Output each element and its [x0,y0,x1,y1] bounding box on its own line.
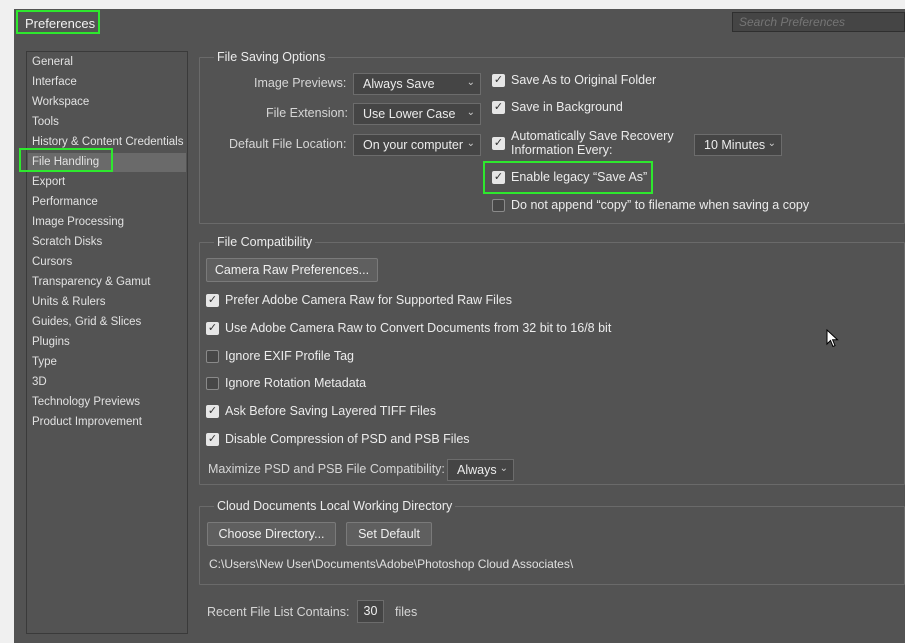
sidebar-item-tools[interactable]: Tools [28,113,186,132]
set-default-button[interactable]: Set Default [346,522,432,546]
cloud-docs-path: C:\Users\New User\Documents\Adobe\Photos… [209,557,574,571]
file-extension-select[interactable]: Use Lower Case ⌄ [353,103,481,125]
legacy-save-as-label: Enable legacy “Save As” [511,170,648,184]
mouse-cursor-icon [826,329,839,348]
default-location-select[interactable]: On your computer ⌄ [353,134,481,156]
cloud-docs-title: Cloud Documents Local Working Directory [214,499,456,513]
checkmark-icon: ✓ [492,74,505,87]
sidebar-item-transparency[interactable]: Transparency & Gamut [28,273,186,292]
prefer-acr-label: Prefer Adobe Camera Raw for Supported Ra… [225,293,512,307]
sidebar-item-cursors[interactable]: Cursors [28,253,186,272]
no-append-copy-label: Do not append “copy” to filename when sa… [511,198,810,212]
file-compat-title: File Compatibility [214,235,316,249]
image-previews-select[interactable]: Always Save ⌄ [353,73,481,95]
auto-save-label-line2: Information Every: [511,143,613,157]
camera-raw-preferences-button[interactable]: Camera Raw Preferences... [206,258,378,282]
auto-save-label-line1: Automatically Save Recovery [511,129,674,143]
ignore-rotation-label: Ignore Rotation Metadata [225,376,367,390]
choose-directory-button[interactable]: Choose Directory... [207,522,336,546]
auto-save-interval-value: 10 Minutes [704,138,766,152]
default-location-value: On your computer [363,138,464,152]
window-title: Preferences [16,10,100,34]
chevron-down-icon: ⌄ [466,77,475,88]
maximize-label: Maximize PSD and PSB File Compatibility: [208,462,445,476]
sidebar-item-workspace[interactable]: Workspace [28,93,186,112]
recent-files-input[interactable]: 30 [357,600,384,623]
chevron-down-icon: ⌄ [767,138,776,149]
file-saving-title: File Saving Options [214,50,329,64]
sidebar-item-product-improvement[interactable]: Product Improvement [28,413,186,432]
default-location-label: Default File Location: [229,137,347,151]
sidebar-item-technology-previews[interactable]: Technology Previews [28,393,186,412]
chevron-down-icon: ⌄ [466,138,475,149]
chevron-down-icon: ⌄ [466,107,475,118]
chevron-down-icon: ⌄ [499,463,508,474]
save-original-folder-label: Save As to Original Folder [511,73,657,87]
checkmark-icon: ✓ [492,171,505,184]
checkmark-icon: ✓ [206,433,219,446]
sidebar-item-general[interactable]: General [28,53,186,72]
sidebar-item-scratch-disks[interactable]: Scratch Disks [28,233,186,252]
checkmark-icon: ✓ [492,137,505,150]
sidebar-item-plugins[interactable]: Plugins [28,333,186,352]
file-extension-value: Use Lower Case [363,107,456,121]
checkmark-icon: ✓ [492,101,505,114]
sidebar-item-units-rulers[interactable]: Units & Rulers [28,293,186,312]
checkmark-icon: ✓ [206,294,219,307]
maximize-select[interactable]: Always ⌄ [447,459,514,481]
file-extension-label: File Extension: [266,106,348,120]
use-acr-convert-label: Use Adobe Camera Raw to Convert Document… [225,321,612,335]
unchecked-box-icon [206,377,219,390]
checkmark-icon: ✓ [206,405,219,418]
ask-tiff-label: Ask Before Saving Layered TIFF Files [225,404,436,418]
sidebar-item-guides[interactable]: Guides, Grid & Slices [28,313,186,332]
sidebar-item-export[interactable]: Export [28,173,186,192]
unchecked-box-icon [492,199,505,212]
recent-files-suffix: files [395,605,418,619]
save-background-label: Save in Background [511,100,623,114]
search-input[interactable] [732,12,905,32]
maximize-value: Always [457,463,497,477]
auto-save-interval-select[interactable]: 10 Minutes ⌄ [694,134,782,156]
sidebar-item-type[interactable]: Type [28,353,186,372]
disable-compression-label: Disable Compression of PSD and PSB Files [225,432,470,446]
ignore-exif-label: Ignore EXIF Profile Tag [225,349,355,363]
sidebar-item-interface[interactable]: Interface [28,73,186,92]
recent-files-label: Recent File List Contains: [207,605,350,619]
unchecked-box-icon [206,350,219,363]
checkmark-icon: ✓ [206,322,219,335]
sidebar-item-performance[interactable]: Performance [28,193,186,212]
selection-highlight [19,148,113,172]
sidebar: General Interface Workspace Tools Histor… [26,51,188,634]
sidebar-item-3d[interactable]: 3D [28,373,186,392]
image-previews-label: Image Previews: [254,76,347,90]
sidebar-item-image-processing[interactable]: Image Processing [28,213,186,232]
image-previews-value: Always Save [363,77,435,91]
